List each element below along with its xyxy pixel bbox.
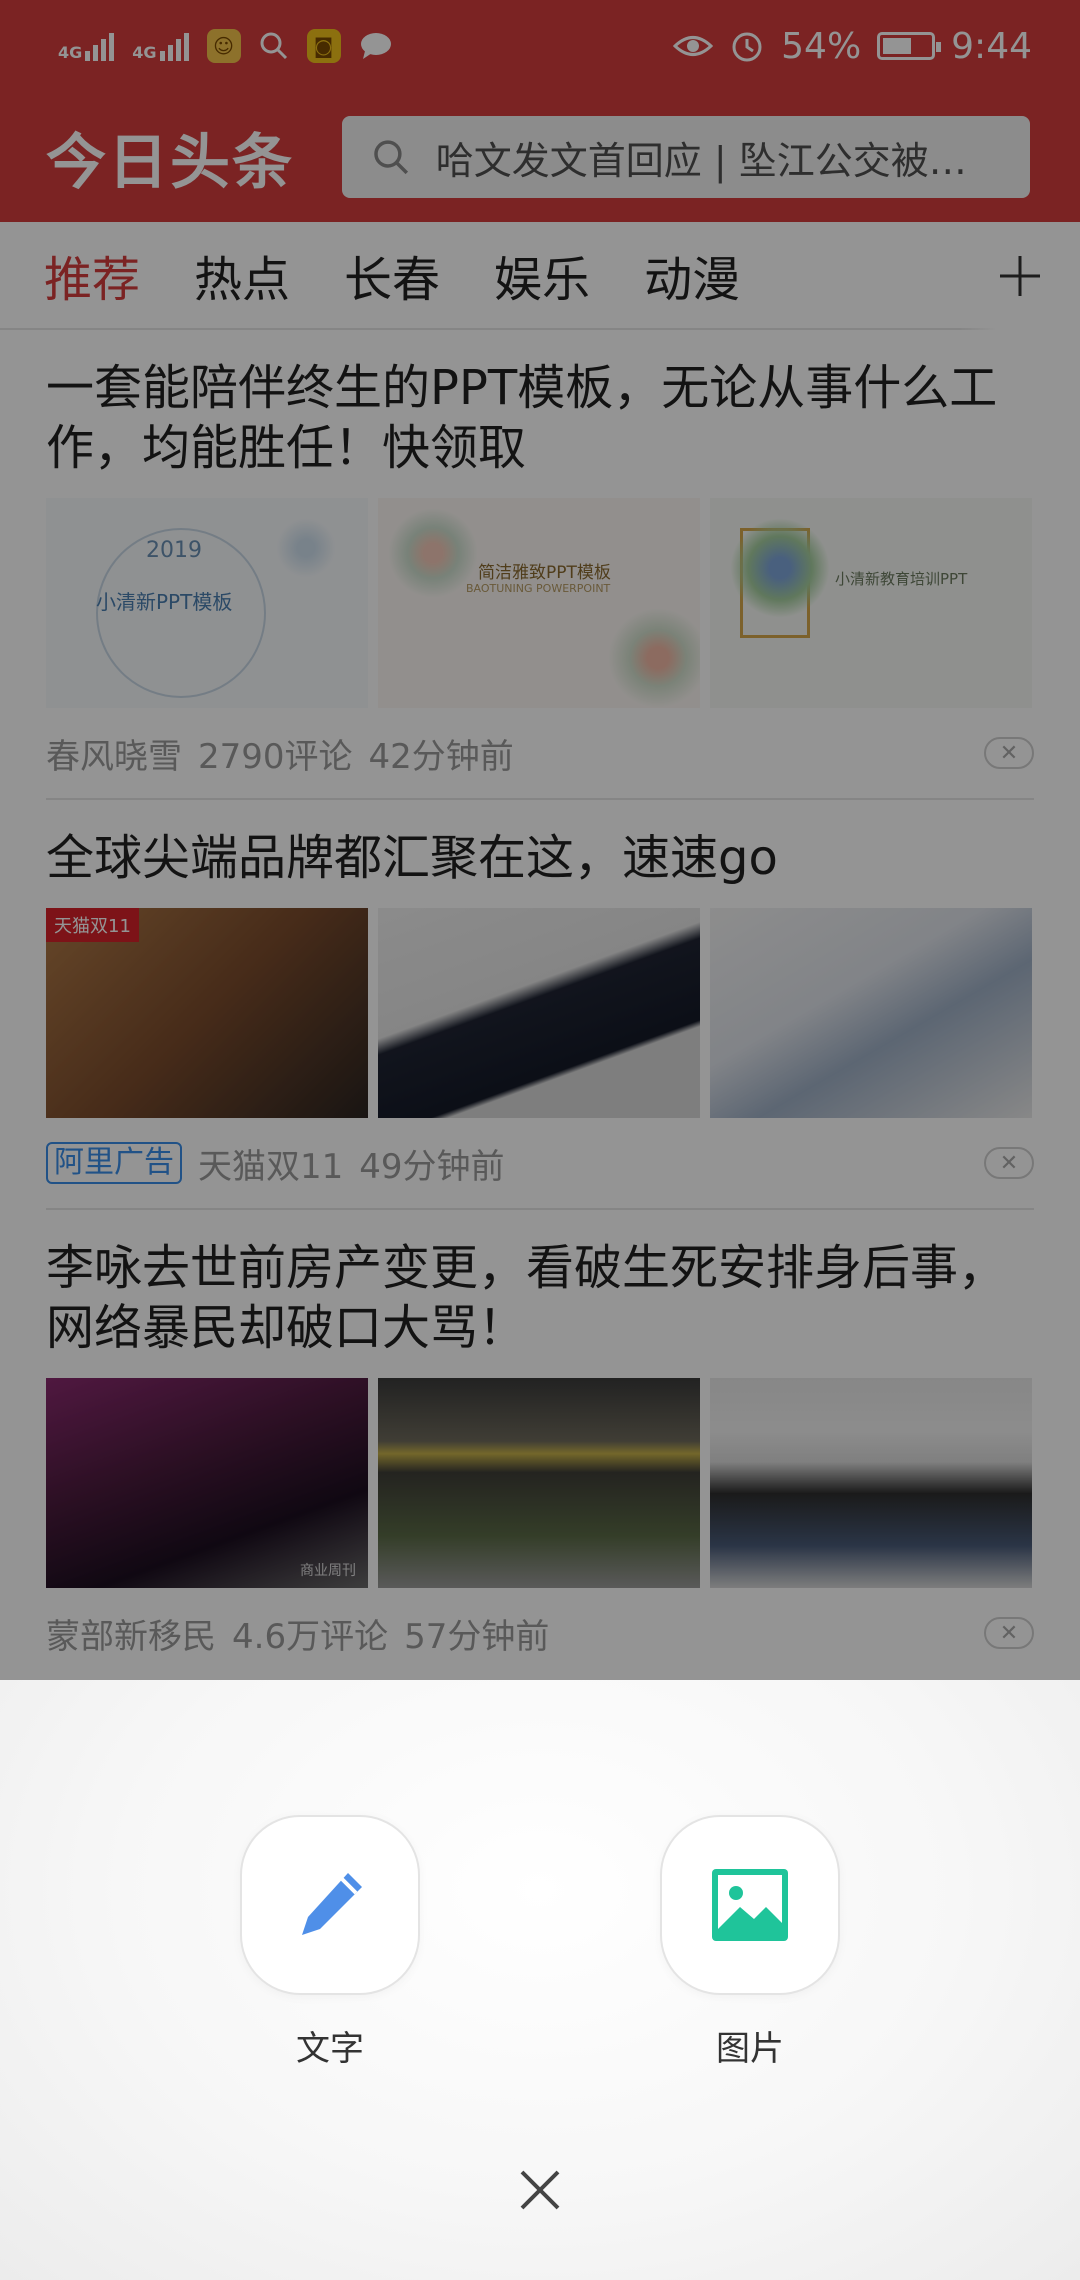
close-icon [520,2170,560,2210]
dim-overlay[interactable] [0,0,1080,1680]
text-post-option[interactable]: 文字 [240,1815,420,2070]
close-button[interactable] [500,2150,580,2230]
text-post-button[interactable] [240,1815,420,1995]
pencil-icon [302,1873,362,1935]
text-post-label: 文字 [296,2029,364,2069]
image-post-button[interactable] [660,1815,840,1995]
image-post-option[interactable]: 图片 [660,1815,840,2070]
image-icon [712,1869,788,1941]
image-post-label: 图片 [716,2029,784,2069]
publish-sheet: 文字 图片 [0,1680,1080,2280]
